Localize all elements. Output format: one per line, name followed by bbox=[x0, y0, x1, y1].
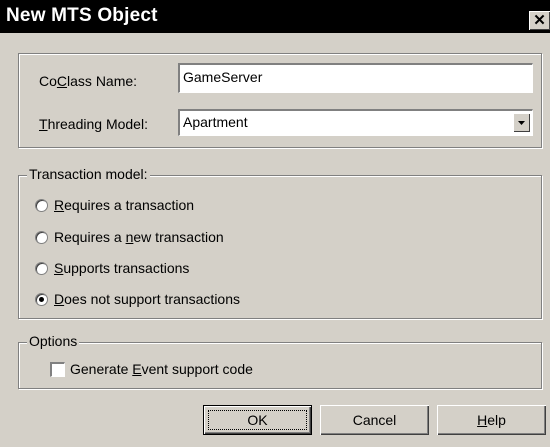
radio-button[interactable] bbox=[35, 199, 48, 212]
threading-model-value: Apartment bbox=[183, 114, 248, 130]
dropdown-button[interactable] bbox=[513, 113, 530, 132]
title-bar[interactable]: New MTS Object ✕ bbox=[0, 0, 550, 33]
transaction-model-legend: Transaction model: bbox=[27, 166, 150, 182]
window-title: New MTS Object bbox=[6, 5, 158, 26]
chevron-down-icon bbox=[518, 121, 525, 125]
radio-label: Supports transactions bbox=[54, 260, 190, 276]
help-button-label: Help bbox=[477, 412, 506, 428]
close-icon: ✕ bbox=[533, 12, 546, 29]
close-button[interactable]: ✕ bbox=[529, 11, 550, 30]
radio-button-selected[interactable] bbox=[35, 293, 48, 306]
coclass-name-input[interactable]: GameServer bbox=[178, 63, 533, 93]
cancel-button[interactable]: Cancel bbox=[320, 405, 429, 435]
cancel-button-label: Cancel bbox=[352, 412, 397, 428]
focus-rect bbox=[208, 410, 307, 430]
generate-event-checkbox[interactable] bbox=[50, 362, 65, 377]
radio-label: Requires a new transaction bbox=[54, 229, 224, 245]
threading-model-label: Threading Model: bbox=[39, 116, 148, 132]
help-button[interactable]: Help bbox=[437, 405, 546, 435]
generate-event-label: Generate Event support code bbox=[70, 361, 253, 377]
threading-model-select[interactable]: Apartment bbox=[178, 109, 533, 136]
radio-button[interactable] bbox=[35, 231, 48, 244]
radio-button[interactable] bbox=[35, 262, 48, 275]
radio-label: Does not support transactions bbox=[54, 291, 241, 307]
coclass-name-value: GameServer bbox=[183, 69, 263, 85]
radio-label: Requires a transaction bbox=[54, 197, 195, 213]
dialog-window: New MTS Object ✕ CoClass Name: GameServe… bbox=[0, 0, 550, 447]
coclass-name-label: CoClass Name: bbox=[39, 73, 138, 89]
options-legend: Options bbox=[27, 333, 80, 349]
ok-button[interactable]: OK bbox=[203, 405, 312, 435]
